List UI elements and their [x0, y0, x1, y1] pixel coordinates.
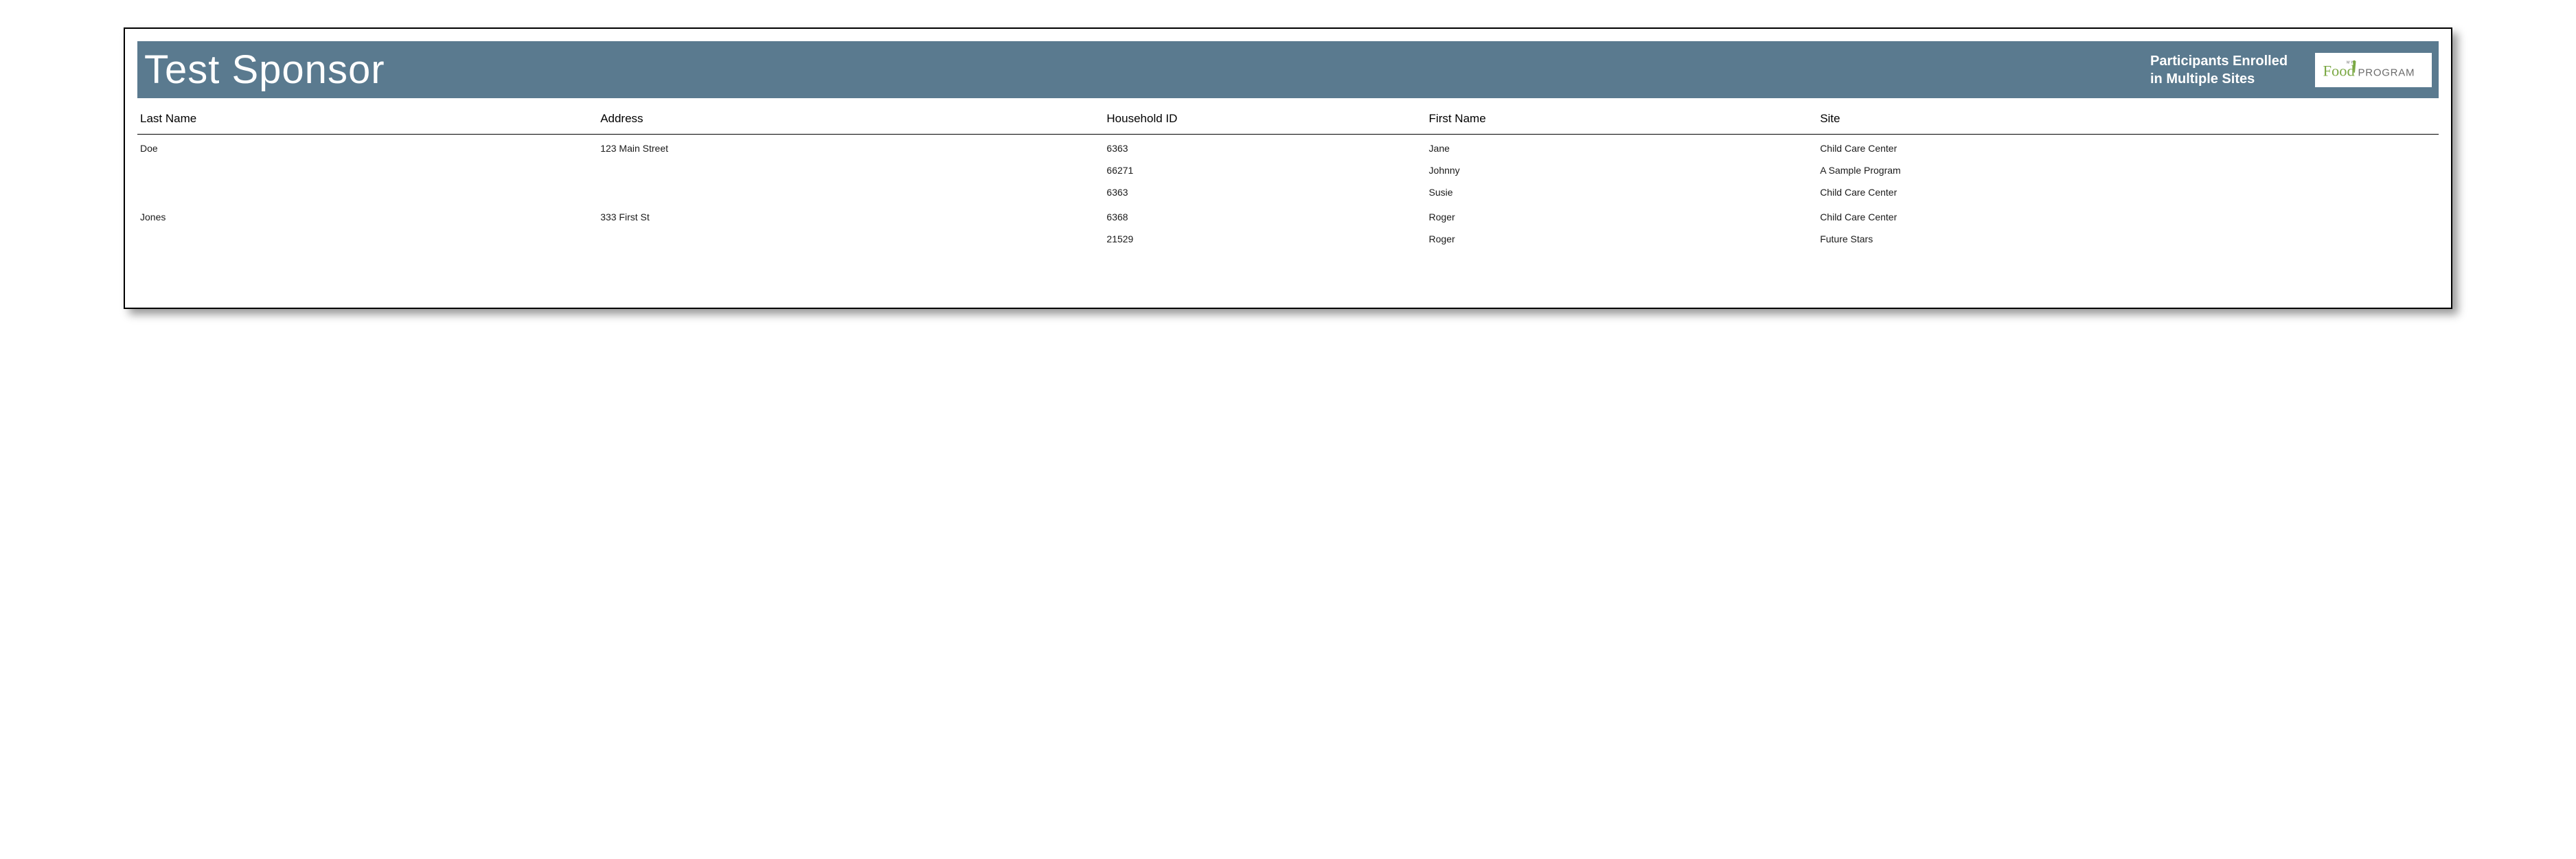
cell-address	[597, 181, 1104, 203]
report-header: Test Sponsor Participants Enrolled in Mu…	[137, 41, 2439, 98]
col-header-first-name: First Name	[1426, 108, 1818, 135]
cell-first-name: Roger	[1426, 228, 1818, 250]
cell-site: Future Stars	[1817, 228, 2439, 250]
cell-first-name: Johnny	[1426, 159, 1818, 181]
col-header-household-id: Household ID	[1104, 108, 1426, 135]
cell-last-name	[137, 181, 597, 203]
cell-first-name: Susie	[1426, 181, 1818, 203]
participants-table: Last Name Address Household ID First Nam…	[137, 108, 2439, 250]
cell-household-id: 66271	[1104, 159, 1426, 181]
logo-program-text: PROGRAM	[2358, 67, 2415, 78]
report-container: Test Sponsor Participants Enrolled in Mu…	[124, 27, 2452, 309]
table-header-row: Last Name Address Household ID First Nam…	[137, 108, 2439, 135]
col-header-last-name: Last Name	[137, 108, 597, 135]
cell-household-id: 6363	[1104, 135, 1426, 160]
report-name: Participants Enrolled in Multiple Sites	[2150, 52, 2301, 88]
cell-site: Child Care Center	[1817, 181, 2439, 203]
food-program-logo-icon: MY Food PROGRAM	[2322, 57, 2425, 83]
cell-first-name: Jane	[1426, 135, 1818, 160]
cell-site: Child Care Center	[1817, 135, 2439, 160]
cell-last-name: Doe	[137, 135, 597, 160]
cell-household-id: 21529	[1104, 228, 1426, 250]
table-row: 6363SusieChild Care Center	[137, 181, 2439, 203]
cell-last-name: Jones	[137, 203, 597, 228]
table-row: Doe123 Main Street6363JaneChild Care Cen…	[137, 135, 2439, 160]
table-row: Jones333 First St6368RogerChild Care Cen…	[137, 203, 2439, 228]
cell-household-id: 6368	[1104, 203, 1426, 228]
cell-address: 123 Main Street	[597, 135, 1104, 160]
brand-logo: MY Food PROGRAM	[2315, 53, 2432, 87]
table-area: Last Name Address Household ID First Nam…	[137, 98, 2439, 250]
col-header-address: Address	[597, 108, 1104, 135]
cell-address: 333 First St	[597, 203, 1104, 228]
table-row: 66271JohnnyA Sample Program	[137, 159, 2439, 181]
cell-site: Child Care Center	[1817, 203, 2439, 228]
cell-site: A Sample Program	[1817, 159, 2439, 181]
logo-food-text: Food	[2323, 62, 2355, 79]
cell-household-id: 6363	[1104, 181, 1426, 203]
cell-address	[597, 228, 1104, 250]
cell-last-name	[137, 159, 597, 181]
col-header-site: Site	[1817, 108, 2439, 135]
sponsor-title: Test Sponsor	[144, 47, 2150, 93]
cell-first-name: Roger	[1426, 203, 1818, 228]
table-row: 21529RogerFuture Stars	[137, 228, 2439, 250]
cell-address	[597, 159, 1104, 181]
cell-last-name	[137, 228, 597, 250]
